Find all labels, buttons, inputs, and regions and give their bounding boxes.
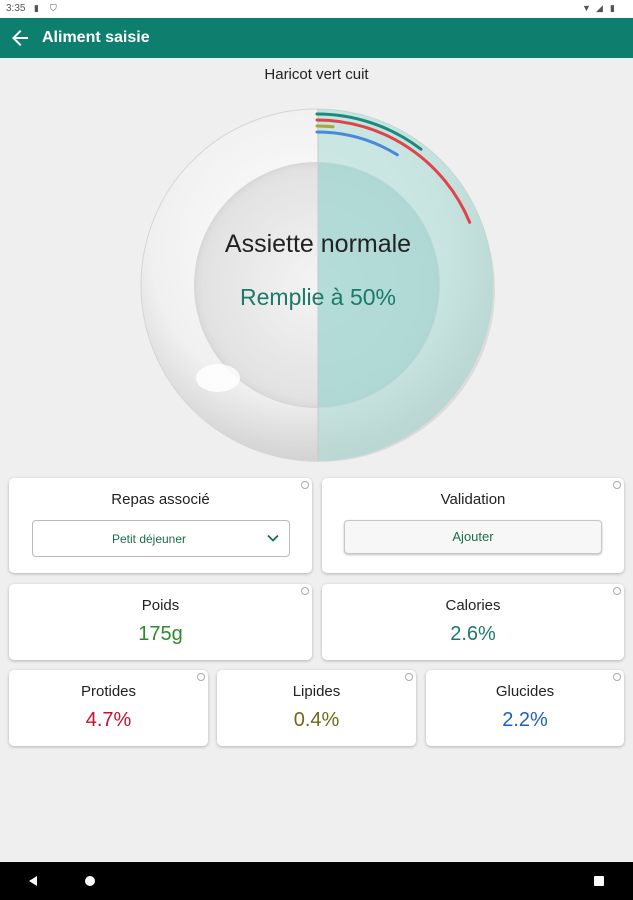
weight-label: Poids xyxy=(141,597,180,614)
wifi-icon: ▼ xyxy=(582,3,591,13)
validation-label: Validation xyxy=(440,491,506,508)
status-bar: 3:35 ▮ ⛉ ▼ ◢ ▮ xyxy=(0,0,633,18)
meal-select[interactable]: Petit déjeuner xyxy=(32,520,290,557)
plate-fill-label: Remplie à 50% xyxy=(240,284,396,310)
page-title: Aliment saisie xyxy=(42,29,150,46)
info-icon[interactable] xyxy=(405,673,413,681)
weight-value: 175g xyxy=(138,623,183,645)
calories-card: Calories 2.6% xyxy=(322,584,624,660)
signal-icon: ◢ xyxy=(596,3,603,13)
meal-card: Repas associé Petit déjeuner xyxy=(9,478,312,573)
info-icon[interactable] xyxy=(197,673,205,681)
lipides-ring xyxy=(315,124,335,129)
protides-label: Protides xyxy=(80,683,137,700)
info-icon[interactable] xyxy=(613,673,621,681)
add-button[interactable]: Ajouter xyxy=(344,520,602,554)
food-name: Haricot vert cuit xyxy=(264,66,369,83)
navigation-bar xyxy=(0,862,633,900)
back-nav-icon[interactable] xyxy=(27,875,39,887)
info-icon[interactable] xyxy=(301,481,309,489)
weight-card: Poids 175g xyxy=(9,584,312,660)
battery-icon: ▮ xyxy=(610,3,615,13)
calories-value: 2.6% xyxy=(450,623,496,645)
recents-nav-icon[interactable] xyxy=(593,875,605,887)
protides-card: Protides 4.7% xyxy=(9,670,208,746)
chevron-down-icon xyxy=(267,534,279,542)
lipides-value: 0.4% xyxy=(293,709,340,731)
info-icon[interactable] xyxy=(613,481,621,489)
status-time: 3:35 xyxy=(6,3,26,14)
glucides-card: Glucides 2.2% xyxy=(426,670,624,746)
arrow-left-icon[interactable] xyxy=(8,26,32,50)
protides-value: 4.7% xyxy=(85,709,132,731)
lipides-label: Lipides xyxy=(292,683,341,700)
info-icon[interactable] xyxy=(613,587,621,595)
home-nav-icon[interactable] xyxy=(84,875,96,887)
glucides-value: 2.2% xyxy=(502,709,548,731)
glucides-label: Glucides xyxy=(495,683,555,700)
calories-label: Calories xyxy=(445,597,501,614)
meal-select-value: Petit déjeuner xyxy=(111,532,187,546)
lipides-card: Lipides 0.4% xyxy=(217,670,416,746)
app-bar: Aliment saisie xyxy=(0,18,633,58)
meal-label: Repas associé xyxy=(111,491,210,508)
sim-icon: ▮ xyxy=(34,3,39,13)
validation-card: Validation Ajouter xyxy=(322,478,624,573)
plate-size-label: Assiette normale xyxy=(224,230,412,258)
info-icon[interactable] xyxy=(301,587,309,595)
shield-icon: ⛉ xyxy=(50,3,57,13)
